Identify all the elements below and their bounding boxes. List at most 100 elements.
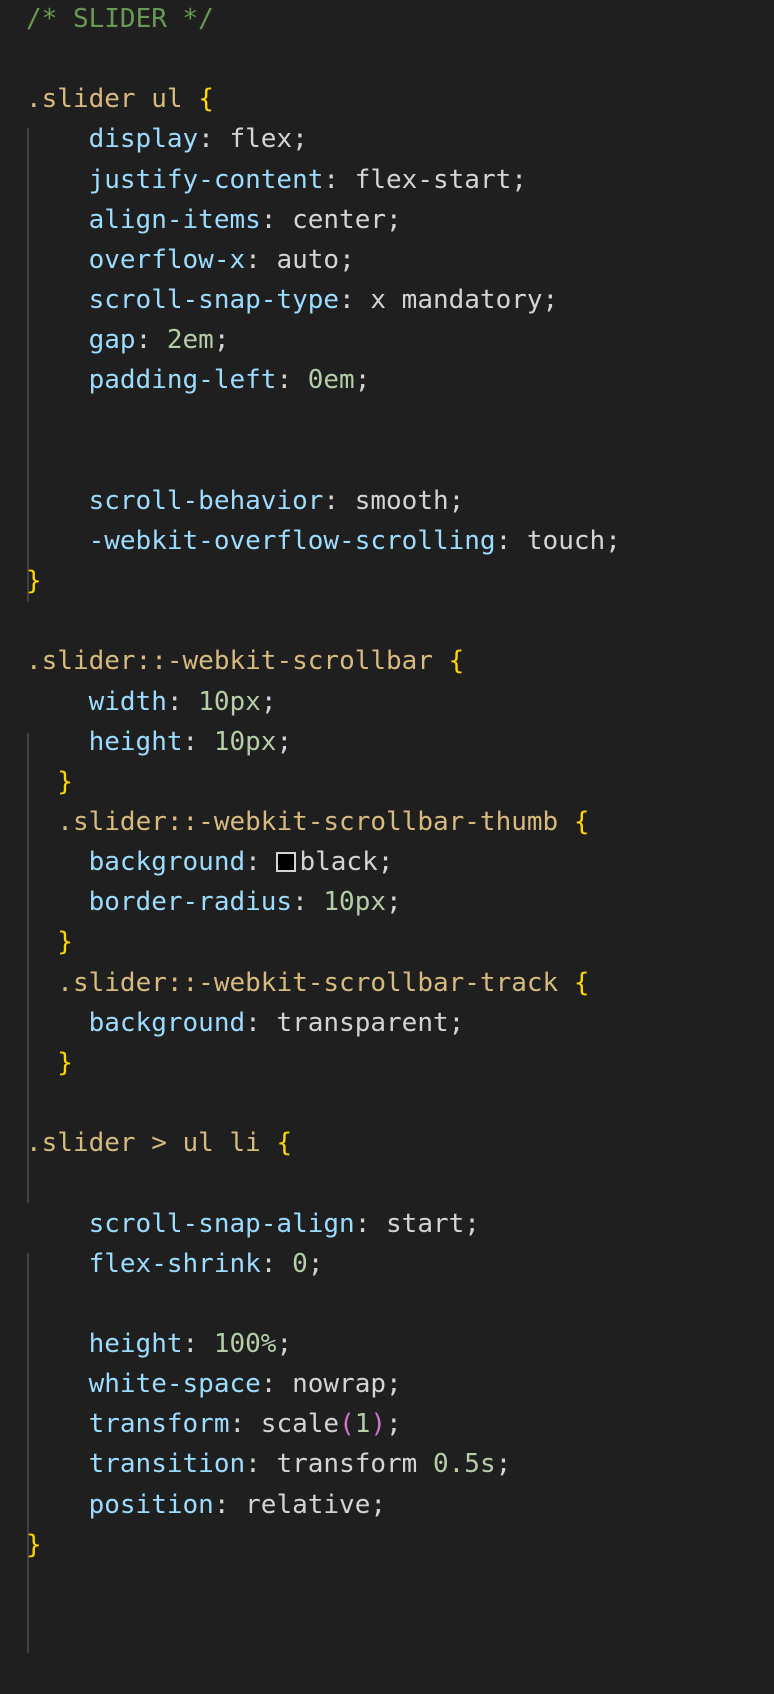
- code-line[interactable]: transition: transform 0.5s;: [0, 1443, 774, 1486]
- code-token-prop: white-space: [88, 1369, 261, 1400]
- code-line[interactable]: .slider ul {: [0, 78, 774, 121]
- code-token-comment: /* SLIDER */: [26, 4, 214, 34]
- code-token-punct: :: [135, 325, 167, 356]
- code-line[interactable]: }: [0, 1042, 774, 1085]
- code-token-punct: ;: [605, 525, 621, 556]
- code-line[interactable]: .slider::-webkit-scrollbar {: [0, 640, 774, 683]
- code-line[interactable]: [0, 1162, 774, 1205]
- code-token-prop: height: [88, 1328, 183, 1359]
- code-token-punct: :: [323, 164, 355, 195]
- code-token-val: smooth: [354, 485, 449, 516]
- color-swatch-icon[interactable]: [276, 852, 297, 873]
- code-line[interactable]: transform: scale(1);: [0, 1403, 774, 1446]
- code-token-punct: ;: [276, 726, 293, 757]
- code-token-val: auto: [276, 244, 340, 275]
- code-line[interactable]: padding-left: 0em;: [0, 359, 774, 402]
- code-token-num: 0em: [307, 365, 355, 396]
- code-line[interactable]: width: 10px;: [0, 681, 774, 724]
- code-token-prop: scroll-snap-align: [88, 1208, 355, 1239]
- code-token-paren: ): [370, 1409, 387, 1440]
- code-token-punct: ;: [370, 1489, 387, 1520]
- code-token-punct: :: [245, 847, 277, 878]
- code-token-punct: :: [292, 887, 324, 918]
- code-token-prop: padding-left: [88, 365, 277, 396]
- code-token-brace: }: [57, 766, 73, 797]
- code-token-val: start: [386, 1208, 465, 1239]
- code-token-val: x mandatory: [370, 285, 543, 316]
- code-line[interactable]: .slider::-webkit-scrollbar-thumb {: [0, 801, 774, 844]
- code-line[interactable]: .slider > ul li {: [0, 1122, 774, 1165]
- code-token-selector: .slider ul: [26, 84, 199, 115]
- code-line[interactable]: scroll-snap-align: start;: [0, 1203, 774, 1246]
- code-token-punct: ;: [276, 1328, 293, 1359]
- code-token-punct: ;: [354, 365, 371, 396]
- code-line[interactable]: height: 100%;: [0, 1323, 774, 1366]
- code-line[interactable]: }: [0, 761, 774, 804]
- code-token-num: 100%: [213, 1328, 277, 1359]
- code-line[interactable]: .slider::-webkit-scrollbar-track {: [0, 962, 774, 1005]
- code-token-num: 10px: [323, 887, 387, 918]
- code-token-brace: }: [26, 1529, 42, 1560]
- code-line[interactable]: gap: 2em;: [0, 319, 774, 362]
- code-line[interactable]: display: flex;: [0, 118, 774, 161]
- code-token-prop: -webkit-overflow-scrolling: [88, 525, 496, 556]
- code-token-punct: ;: [386, 887, 402, 918]
- code-line[interactable]: }: [0, 921, 774, 964]
- code-line[interactable]: [0, 38, 774, 81]
- code-token-val: transform: [276, 1449, 433, 1480]
- code-line[interactable]: scroll-snap-type: x mandatory;: [0, 279, 774, 322]
- code-token-punct: :: [260, 204, 293, 235]
- code-token-punct: :: [182, 1328, 214, 1359]
- code-token-prop: background: [88, 1007, 246, 1038]
- code-token-punct: :: [213, 1489, 246, 1520]
- code-line[interactable]: -webkit-overflow-scrolling: touch;: [0, 520, 774, 563]
- code-token-punct: ;: [495, 1449, 512, 1480]
- code-line[interactable]: flex-shrink: 0;: [0, 1243, 774, 1286]
- code-token-punct: ;: [307, 1248, 324, 1279]
- code-line[interactable]: [0, 1082, 774, 1125]
- code-token-selector: .slider::-webkit-scrollbar-thumb: [57, 807, 574, 837]
- code-token-selector: .slider::-webkit-scrollbar-track: [57, 967, 574, 998]
- code-token-brace: {: [573, 967, 590, 998]
- code-token-punct: ;: [386, 1409, 402, 1440]
- code-line[interactable]: [0, 1283, 774, 1326]
- code-token-val: flex-start: [354, 164, 512, 195]
- code-line[interactable]: scroll-behavior: smooth;: [0, 480, 774, 523]
- code-line[interactable]: border-radius: 10px;: [0, 881, 774, 924]
- code-line[interactable]: position: relative;: [0, 1484, 774, 1527]
- code-token-num: 2em: [166, 325, 214, 356]
- code-token-punct: :: [166, 686, 199, 717]
- code-token-punct: :: [198, 124, 230, 155]
- code-line[interactable]: overflow-x: auto;: [0, 239, 774, 282]
- code-line[interactable]: align-items: center;: [0, 199, 774, 242]
- code-token-val: touch: [526, 525, 606, 556]
- code-line[interactable]: background: black;: [0, 841, 774, 884]
- code-line[interactable]: height: 10px;: [0, 721, 774, 764]
- code-token-punct: :: [229, 1409, 261, 1440]
- code-token-prop: position: [88, 1489, 214, 1520]
- code-token-punct: ;: [386, 204, 402, 235]
- code-token-num: 10px: [198, 686, 261, 717]
- code-token-punct: :: [276, 365, 308, 396]
- code-token-brace: }: [57, 1047, 73, 1078]
- code-line[interactable]: white-space: nowrap;: [0, 1363, 774, 1406]
- code-line[interactable]: }: [0, 1524, 774, 1567]
- code-token-punct: ;: [511, 164, 527, 195]
- code-token-punct: :: [260, 1369, 293, 1400]
- code-token-val: black: [299, 847, 378, 878]
- code-line[interactable]: /* SLIDER */: [0, 0, 774, 41]
- code-token-prop: height: [88, 726, 183, 757]
- code-line[interactable]: }: [0, 560, 774, 603]
- code-line[interactable]: background: transparent;: [0, 1002, 774, 1045]
- code-line[interactable]: [0, 600, 774, 643]
- code-line[interactable]: [0, 400, 774, 443]
- code-token-punct: ;: [260, 686, 277, 717]
- code-token-brace: {: [276, 1128, 293, 1159]
- code-editor[interactable]: /* SLIDER */.slider ul {display: flex; ju…: [0, 0, 774, 1694]
- code-token-brace: {: [448, 646, 465, 677]
- code-token-punct: :: [182, 726, 214, 757]
- code-token-num: 1: [354, 1409, 371, 1440]
- code-line[interactable]: [0, 440, 774, 483]
- code-line[interactable]: justify-content: flex-start;: [0, 159, 774, 202]
- code-token-punct: ;: [213, 325, 230, 356]
